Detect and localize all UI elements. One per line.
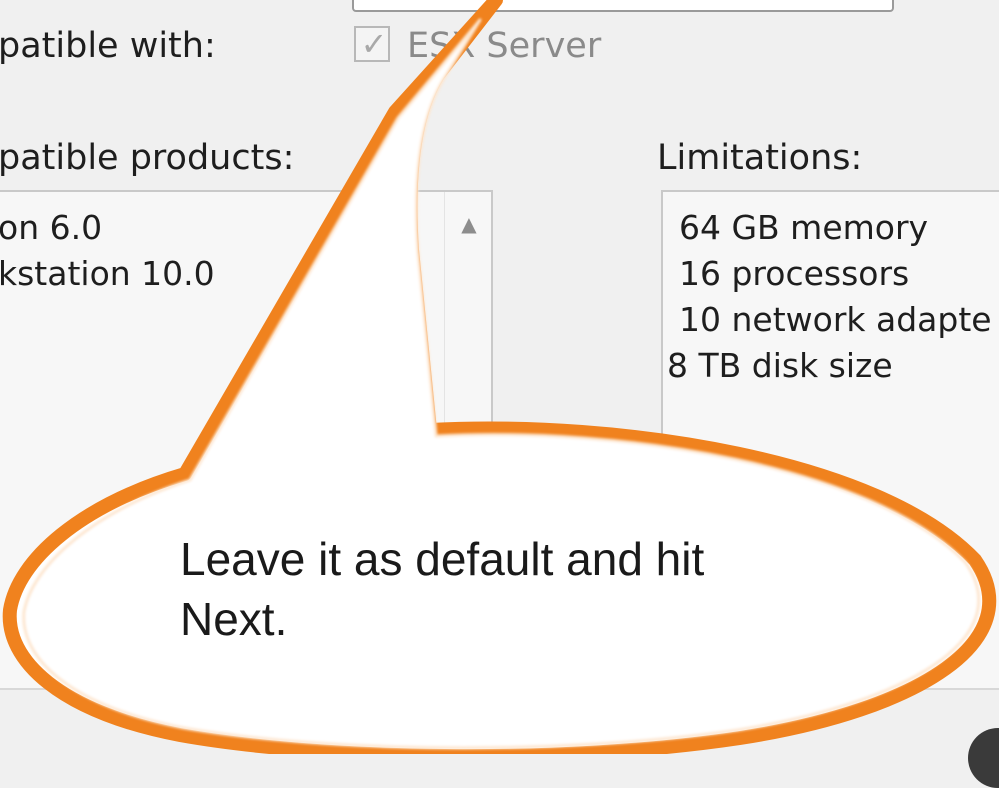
callout-balloon bbox=[2, 0, 997, 754]
callout-line-1: Leave it as default and hit bbox=[180, 533, 705, 585]
callout-line-2: Next. bbox=[180, 593, 288, 645]
